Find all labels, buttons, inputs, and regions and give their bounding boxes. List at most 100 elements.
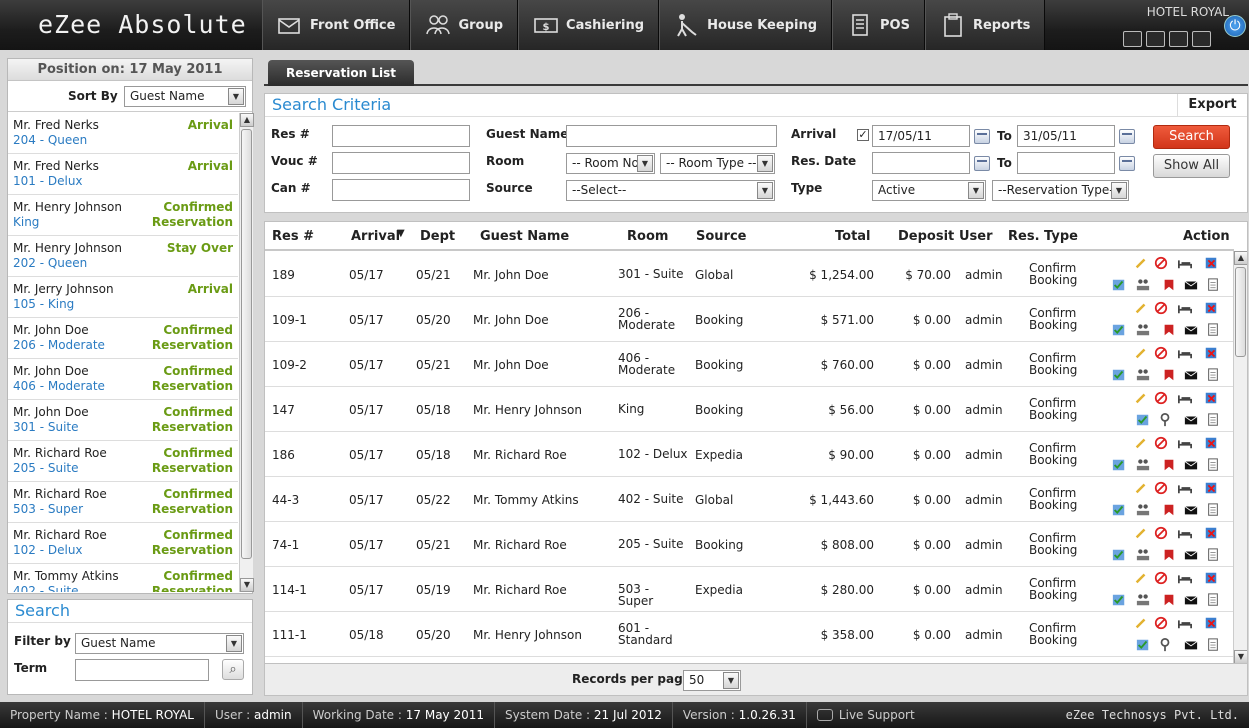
no-show-icon[interactable] xyxy=(1161,368,1177,382)
scroll-down-icon[interactable]: ▼ xyxy=(240,578,254,592)
guest-list-item[interactable]: Mr. Jerry Johnson 105 - King Arrival xyxy=(8,277,238,318)
col-dept[interactable]: Dept xyxy=(420,229,455,244)
type-select[interactable]: Active xyxy=(872,180,986,201)
cancel-icon[interactable] xyxy=(1153,391,1169,405)
guest-list-item[interactable]: Mr. Fred Nerks 204 - Queen Arrival xyxy=(8,113,238,154)
guest-list-item[interactable]: Mr. Richard Roe 205 - Suite Confirmed Reser… xyxy=(8,441,238,482)
checkin-icon[interactable] xyxy=(1135,638,1151,652)
assign-room-icon[interactable] xyxy=(1135,278,1151,292)
email-icon[interactable] xyxy=(1183,278,1199,292)
assign-room-icon[interactable] xyxy=(1135,548,1151,562)
key-icon[interactable] xyxy=(1157,638,1173,652)
nav-house-keeping[interactable]: House Keeping xyxy=(659,0,833,50)
res-input[interactable] xyxy=(332,125,470,147)
edit-icon[interactable] xyxy=(1133,346,1149,360)
table-row[interactable]: 74-1 05/17 05/21 Mr. Richard Roe 205 - Suite… xyxy=(265,522,1234,567)
nav-front-office[interactable]: Front Office xyxy=(262,0,411,50)
table-row[interactable]: 114-1 05/17 05/19 Mr. Richard Roe 503 - Supe… xyxy=(265,567,1234,612)
arrival-to-input[interactable]: 31/05/11 xyxy=(1017,125,1115,147)
col-guest-name[interactable]: Guest Name xyxy=(480,229,569,244)
void-icon[interactable] xyxy=(1203,481,1219,495)
calendar-icon[interactable] xyxy=(974,129,990,144)
tab-reservation-list[interactable]: Reservation List xyxy=(268,60,414,86)
guest-name-input[interactable] xyxy=(566,125,777,147)
email-icon[interactable] xyxy=(1183,458,1199,472)
guest-list-item[interactable]: Mr. Richard Roe 102 - Delux Confirmed Reser… xyxy=(8,523,238,564)
void-icon[interactable] xyxy=(1203,301,1219,315)
bed-icon[interactable] xyxy=(1177,301,1193,315)
cancel-icon[interactable] xyxy=(1153,481,1169,495)
cancel-icon[interactable] xyxy=(1153,256,1169,270)
email-icon[interactable] xyxy=(1183,638,1199,652)
assign-room-icon[interactable] xyxy=(1135,503,1151,517)
col-room[interactable]: Room xyxy=(627,229,668,244)
assign-room-icon[interactable] xyxy=(1135,593,1151,607)
table-row[interactable]: 147 05/17 05/18 Mr. Henry Johnson King Bookin… xyxy=(265,387,1234,432)
table-row[interactable]: 189 05/17 05/21 Mr. John Doe 301 - Suite Glob… xyxy=(265,252,1234,297)
power-icon[interactable]: ⏻ xyxy=(1224,15,1246,37)
bed-icon[interactable] xyxy=(1177,616,1193,630)
table-row[interactable]: 186 05/17 05/18 Mr. Richard Roe 102 - Delux E… xyxy=(265,432,1234,477)
col-user[interactable]: User xyxy=(959,229,993,244)
grid-icon[interactable] xyxy=(1192,31,1211,47)
cancel-icon[interactable] xyxy=(1153,436,1169,450)
email-icon[interactable] xyxy=(1183,413,1199,427)
arrival-from-input[interactable]: 17/05/11 xyxy=(872,125,970,147)
show-all-button[interactable]: Show All xyxy=(1153,154,1230,178)
calendar-icon[interactable] xyxy=(974,156,990,171)
export-button[interactable]: Export xyxy=(1177,94,1247,116)
email-icon[interactable] xyxy=(1183,593,1199,607)
cancel-icon[interactable] xyxy=(1153,526,1169,540)
assign-room-icon[interactable] xyxy=(1135,323,1151,337)
dashboard-icon[interactable] xyxy=(1169,31,1188,47)
edit-icon[interactable] xyxy=(1133,481,1149,495)
search-button[interactable]: Search xyxy=(1153,125,1230,149)
guest-list-item[interactable]: Mr. Tommy Atkins 402 - Suite Confirmed Rese… xyxy=(8,564,238,592)
records-per-page-select[interactable]: 50 xyxy=(683,670,741,691)
checkin-icon[interactable] xyxy=(1111,458,1127,472)
email-icon[interactable] xyxy=(1183,503,1199,517)
scroll-down-icon[interactable]: ▼ xyxy=(1234,650,1247,663)
live-support-link[interactable]: Live Support xyxy=(807,702,925,728)
email-icon[interactable] xyxy=(1183,323,1199,337)
print-icon[interactable] xyxy=(1205,278,1221,292)
void-icon[interactable] xyxy=(1203,526,1219,540)
cancel-icon[interactable] xyxy=(1153,301,1169,315)
print-icon[interactable] xyxy=(1205,323,1221,337)
no-show-icon[interactable] xyxy=(1161,458,1177,472)
bed-icon[interactable] xyxy=(1177,346,1193,360)
print-icon[interactable] xyxy=(1205,548,1221,562)
nav-reports[interactable]: Reports xyxy=(924,0,1046,50)
print-icon[interactable] xyxy=(1205,413,1221,427)
bed-icon[interactable] xyxy=(1177,526,1193,540)
source-select[interactable]: --Select-- xyxy=(566,180,775,201)
bed-icon[interactable] xyxy=(1177,256,1193,270)
edit-icon[interactable] xyxy=(1133,391,1149,405)
col-deposit[interactable]: Deposit xyxy=(898,229,954,244)
email-icon[interactable] xyxy=(1183,368,1199,382)
eye-icon[interactable] xyxy=(1146,31,1165,47)
void-icon[interactable] xyxy=(1203,571,1219,585)
scroll-up-icon[interactable]: ▲ xyxy=(240,113,254,127)
search-icon[interactable]: ⌕ xyxy=(222,659,244,680)
edit-icon[interactable] xyxy=(1133,526,1149,540)
void-icon[interactable] xyxy=(1203,436,1219,450)
checkin-icon[interactable] xyxy=(1135,413,1151,427)
void-icon[interactable] xyxy=(1203,616,1219,630)
void-icon[interactable] xyxy=(1203,346,1219,360)
guest-list-item[interactable]: Mr. Henry Johnson King Confirmed Reservatio… xyxy=(8,195,238,236)
guest-list-item[interactable]: Mr. Richard Roe 503 - Super Confirmed Reser… xyxy=(8,482,238,523)
checkin-icon[interactable] xyxy=(1111,593,1127,607)
calendar-icon[interactable] xyxy=(1119,129,1135,144)
nav-cashiering[interactable]: $ Cashiering xyxy=(518,0,660,50)
guest-list-item[interactable]: Mr. John Doe 206 - Moderate Confirmed Reser… xyxy=(8,318,238,359)
res-date-to-input[interactable] xyxy=(1017,152,1115,174)
term-input[interactable] xyxy=(75,659,209,681)
edit-icon[interactable] xyxy=(1133,571,1149,585)
checkin-icon[interactable] xyxy=(1111,503,1127,517)
email-icon[interactable] xyxy=(1183,548,1199,562)
calendar-icon[interactable] xyxy=(1119,156,1135,171)
edit-icon[interactable] xyxy=(1133,256,1149,270)
cancel-icon[interactable] xyxy=(1153,616,1169,630)
void-icon[interactable] xyxy=(1203,391,1219,405)
